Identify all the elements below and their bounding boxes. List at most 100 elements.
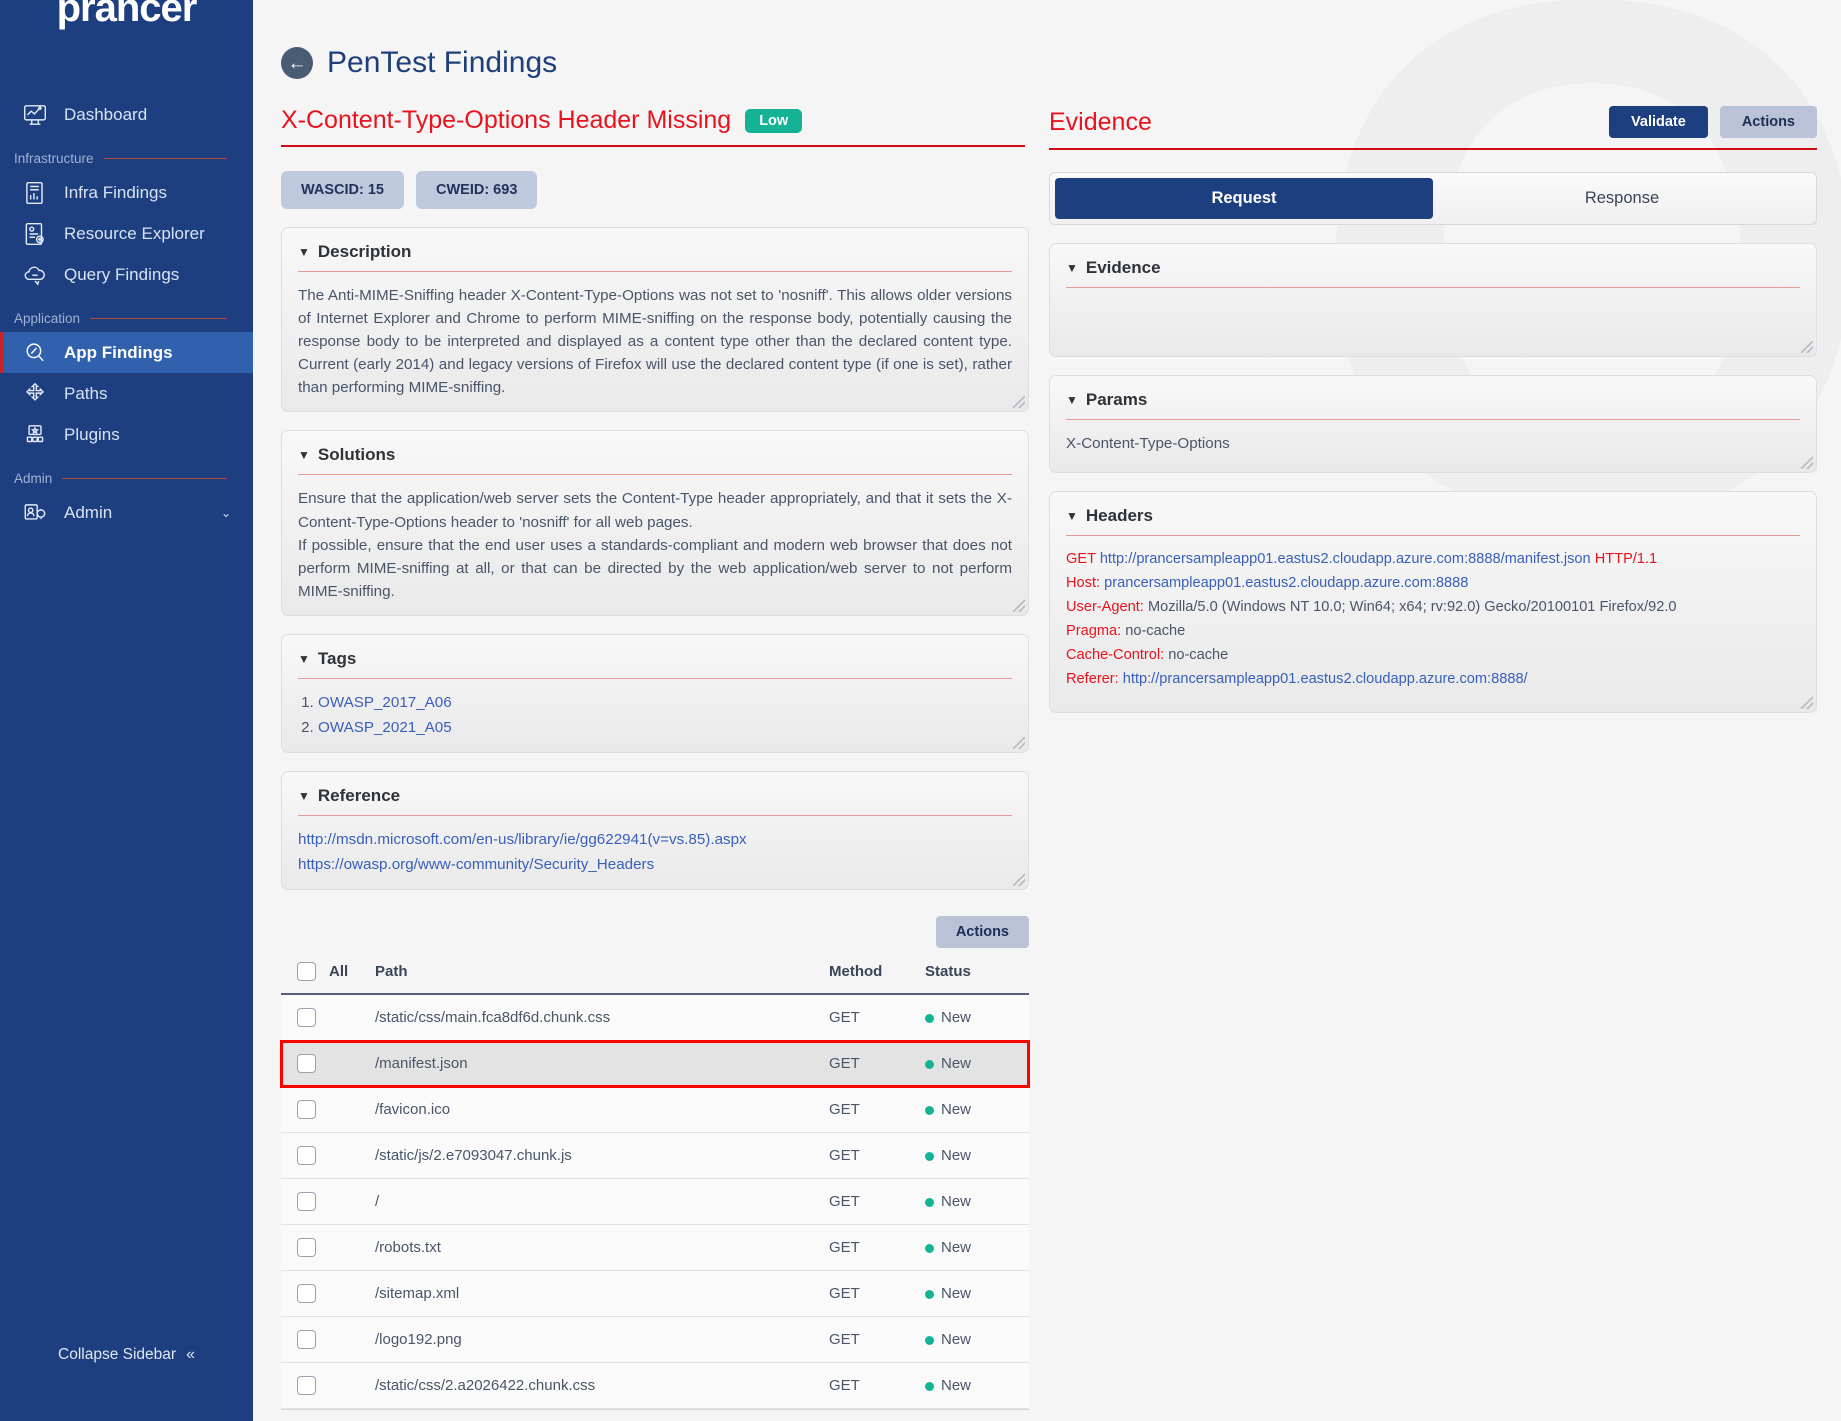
resize-handle[interactable] bbox=[1801, 341, 1813, 353]
params-card-title[interactable]: ▼ Params bbox=[1066, 390, 1800, 419]
header-key: User-Agent: bbox=[1066, 598, 1144, 615]
sidebar-item-dashboard[interactable]: Dashboard bbox=[0, 94, 253, 135]
app-root: prancer Dashboard Infrastructure Infra F… bbox=[0, 0, 1841, 1421]
row-path: /static/js/2.e7093047.chunk.js bbox=[375, 1132, 829, 1180]
validate-button[interactable]: Validate bbox=[1609, 106, 1708, 138]
sidebar-item-label: Admin bbox=[64, 502, 113, 522]
status-badge: Low bbox=[745, 108, 803, 133]
header-key: Referer: bbox=[1066, 670, 1119, 687]
row-checkbox-cell bbox=[281, 1178, 329, 1226]
row-method: GET bbox=[829, 1132, 925, 1180]
row-spacer bbox=[329, 1086, 375, 1134]
resize-handle[interactable] bbox=[1013, 874, 1025, 887]
table-row[interactable]: /robots.txt GET New bbox=[281, 1224, 1029, 1272]
column-header-all bbox=[281, 954, 329, 996]
reference-card-title[interactable]: ▼ Reference bbox=[298, 786, 1012, 815]
sidebar-item-infra-findings[interactable]: Infra Findings bbox=[0, 172, 253, 213]
tag-link[interactable]: OWASP_2017_A06 bbox=[318, 694, 452, 711]
row-status: New bbox=[925, 1040, 1029, 1088]
triangle-down-icon: ▼ bbox=[298, 651, 310, 666]
brand-logo[interactable]: prancer bbox=[0, 0, 253, 52]
wascid-pill[interactable]: WASCID: 15 bbox=[281, 171, 404, 209]
description-card-title[interactable]: ▼ Description bbox=[298, 242, 1012, 271]
card-title-label: Reference bbox=[317, 786, 401, 806]
reference-link[interactable]: http://msdn.microsoft.com/en-us/library/… bbox=[298, 828, 1012, 853]
column-header-path[interactable]: Path bbox=[375, 954, 829, 996]
solutions-card: ▼ Solutions Ensure that the application/… bbox=[281, 430, 1029, 616]
select-all-checkbox[interactable] bbox=[297, 962, 316, 982]
tab-request[interactable]: Request bbox=[1055, 178, 1433, 219]
sidebar-item-resource-explorer[interactable]: Resource Explorer bbox=[0, 213, 253, 254]
solutions-card-title[interactable]: ▼ Solutions bbox=[298, 445, 1012, 474]
table-row[interactable]: / GET New bbox=[281, 1178, 1029, 1226]
table-head: All Path Method Status bbox=[281, 954, 1029, 996]
row-checkbox[interactable] bbox=[297, 1238, 316, 1258]
headers-card-title[interactable]: ▼ Headers bbox=[1066, 506, 1800, 535]
column-label: All bbox=[329, 963, 349, 981]
resize-handle[interactable] bbox=[1013, 737, 1025, 750]
tags-card-title[interactable]: ▼ Tags bbox=[298, 649, 1012, 678]
back-arrow-icon[interactable]: ← bbox=[281, 47, 313, 79]
resize-handle[interactable] bbox=[1013, 599, 1025, 612]
evidence-actions-button[interactable]: Actions bbox=[1719, 106, 1817, 138]
resize-handle[interactable] bbox=[1801, 697, 1813, 709]
status-dot-icon bbox=[925, 1059, 934, 1069]
sidebar-item-app-findings[interactable]: App Findings bbox=[0, 332, 253, 373]
header-value: prancersampleapp01.eastus2.cloudapp.azur… bbox=[1104, 574, 1469, 591]
header-line: User-Agent: Mozilla/5.0 (Windows NT 10.0… bbox=[1066, 596, 1800, 620]
table-actions-button[interactable]: Actions bbox=[935, 916, 1029, 949]
paths-table-section: Actions All Path Method Status /static/c… bbox=[280, 916, 1030, 1421]
chevron-down-icon[interactable]: ⌄ bbox=[221, 506, 231, 520]
row-checkbox[interactable] bbox=[297, 1054, 316, 1074]
row-spacer bbox=[329, 1040, 375, 1088]
infra-findings-icon bbox=[22, 180, 48, 206]
sidebar-item-admin[interactable]: Admin ⌄ bbox=[0, 492, 253, 533]
cweid-pill[interactable]: CWEID: 693 bbox=[416, 171, 538, 209]
row-checkbox[interactable] bbox=[297, 1284, 316, 1304]
sidebar-item-label: App Findings bbox=[64, 342, 173, 362]
card-divider bbox=[1066, 287, 1800, 288]
header-line: Referer: http://prancersampleapp01.eastu… bbox=[1066, 668, 1800, 692]
sidebar-item-plugins[interactable]: Plugins bbox=[0, 414, 253, 455]
table-row[interactable]: /static/css/main.fca8df6d.chunk.css GET … bbox=[281, 994, 1029, 1042]
tab-response[interactable]: Response bbox=[1433, 178, 1811, 219]
pagination-bar: |◀ ◀ Page of 1 ▶ ▶| 10 Items per page 1 … bbox=[281, 1409, 1029, 1421]
sidebar-item-query-findings[interactable]: Query Findings bbox=[0, 254, 253, 295]
headers-card: ▼ Headers GET http://prancersampleapp01.… bbox=[1049, 491, 1817, 713]
header-key: GET bbox=[1066, 551, 1096, 567]
table-row[interactable]: /favicon.ico GET New bbox=[281, 1086, 1029, 1134]
row-status: New bbox=[925, 1178, 1029, 1226]
row-checkbox[interactable] bbox=[297, 1330, 316, 1350]
card-divider bbox=[1066, 419, 1800, 420]
row-checkbox[interactable] bbox=[297, 1008, 316, 1028]
collapse-sidebar-button[interactable]: Collapse Sidebar « bbox=[0, 1289, 253, 1421]
row-checkbox[interactable] bbox=[297, 1100, 316, 1120]
row-status-label: New bbox=[941, 1147, 972, 1165]
tag-link[interactable]: OWASP_2021_A05 bbox=[318, 719, 452, 736]
evidence-card-title[interactable]: ▼ Evidence bbox=[1066, 258, 1800, 287]
triangle-down-icon: ▼ bbox=[298, 448, 310, 463]
row-checkbox[interactable] bbox=[297, 1192, 316, 1212]
row-checkbox[interactable] bbox=[297, 1146, 316, 1166]
resize-handle[interactable] bbox=[1013, 396, 1025, 409]
sidebar-item-paths[interactable]: Paths bbox=[0, 373, 253, 414]
card-title-label: Solutions bbox=[317, 445, 396, 465]
table-row[interactable]: /static/js/2.e7093047.chunk.js GET New bbox=[281, 1132, 1029, 1180]
sidebar-item-label: Paths bbox=[64, 383, 108, 403]
table-row[interactable]: /static/css/2.a2026422.chunk.css GET New bbox=[281, 1362, 1029, 1410]
table-row[interactable]: /logo192.png GET New bbox=[281, 1316, 1029, 1364]
column-header-status[interactable]: Status bbox=[925, 954, 1029, 996]
reference-link[interactable]: https://owasp.org/www-community/Security… bbox=[298, 853, 1012, 878]
row-method: GET bbox=[829, 1224, 925, 1272]
solutions-line-2: If possible, ensure that the end user us… bbox=[298, 536, 1012, 600]
column-header-method[interactable]: Method bbox=[829, 954, 925, 996]
table-row[interactable]: /sitemap.xml GET New bbox=[281, 1270, 1029, 1318]
sidebar-section-infrastructure: Infrastructure bbox=[0, 151, 253, 166]
table-row[interactable]: /manifest.json GET New bbox=[280, 1039, 1030, 1088]
card-divider bbox=[298, 474, 1012, 476]
admin-icon bbox=[22, 500, 48, 526]
table-header-row: All Path Method Status bbox=[281, 954, 1029, 996]
resize-handle[interactable] bbox=[1801, 457, 1813, 469]
section-divider bbox=[103, 158, 227, 159]
row-checkbox[interactable] bbox=[297, 1376, 316, 1396]
